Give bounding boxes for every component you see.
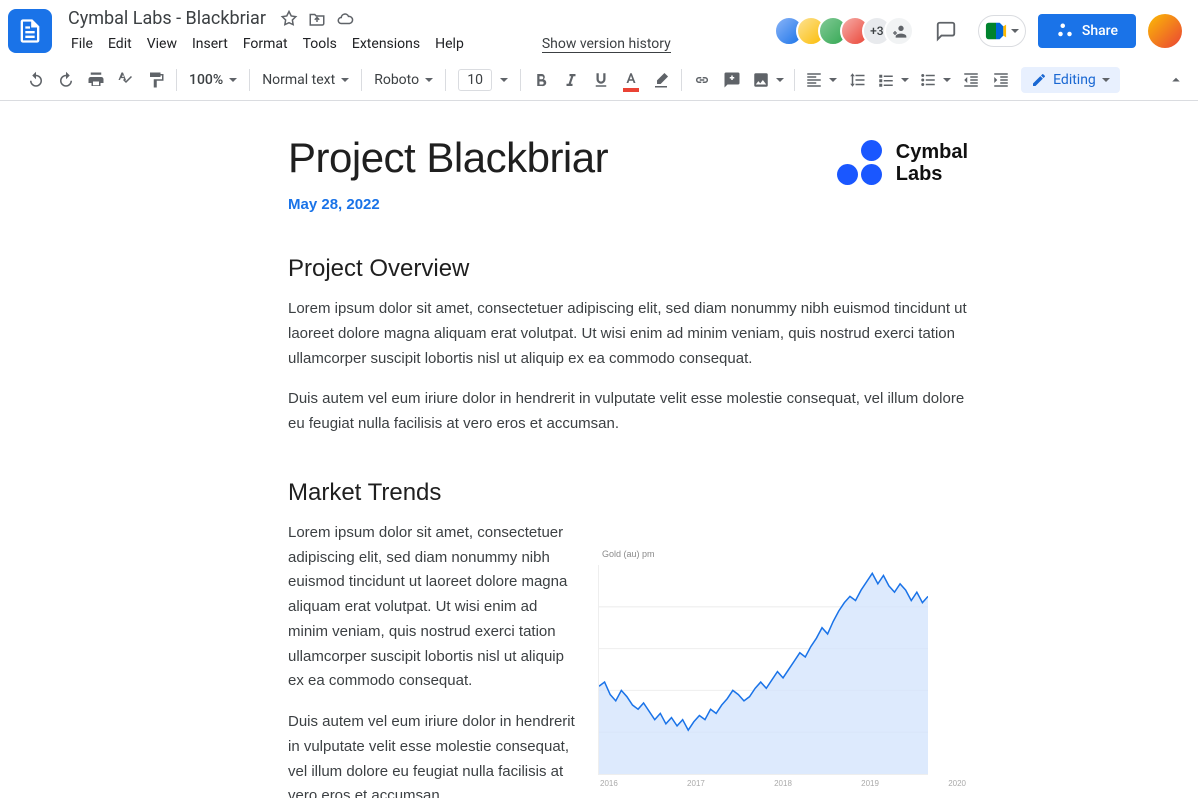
chevron-down-icon — [341, 78, 349, 82]
zoom-value: 100% — [189, 72, 223, 88]
share-button[interactable]: Share — [1038, 14, 1136, 48]
chart-title: Gold (au) pm — [602, 549, 968, 559]
chevron-down-icon — [901, 78, 909, 82]
menu-edit[interactable]: Edit — [101, 32, 139, 56]
comment-history-icon[interactable] — [926, 11, 966, 51]
paragraph-style-select[interactable]: Normal text — [256, 66, 355, 94]
editing-mode-chip[interactable]: Editing — [1021, 67, 1120, 93]
menu-insert[interactable]: Insert — [185, 32, 235, 56]
italic-icon[interactable] — [557, 66, 585, 94]
doc-heading-1[interactable]: Project Blackbriar — [288, 134, 608, 182]
paragraph[interactable]: Lorem ipsum dolor sit amet, consectetuer… — [288, 297, 968, 371]
paint-format-icon[interactable] — [142, 66, 170, 94]
paragraph[interactable]: Lorem ipsum dolor sit amet, consectetuer… — [288, 521, 578, 694]
chevron-down-icon — [1011, 29, 1019, 33]
font-family-select[interactable]: Roboto — [368, 66, 439, 94]
menu-help[interactable]: Help — [428, 32, 471, 56]
chevron-down-icon — [776, 78, 784, 82]
account-avatar[interactable] — [1148, 14, 1182, 48]
indent-increase-icon[interactable] — [987, 66, 1015, 94]
brand-logo-mark — [837, 140, 882, 185]
chevron-down-icon — [943, 78, 951, 82]
editing-mode-label: Editing — [1053, 72, 1096, 88]
brand-line: Cymbal — [896, 141, 968, 163]
doc-date[interactable]: May 28, 2022 — [288, 196, 608, 213]
insert-image-icon[interactable] — [748, 66, 788, 94]
paragraph-style-value: Normal text — [262, 72, 335, 88]
chevron-down-icon — [829, 78, 837, 82]
x-tick: 2018 — [774, 779, 792, 788]
collaborator-avatars[interactable]: +3 — [782, 16, 914, 46]
chevron-down-icon — [229, 78, 237, 82]
chart-x-axis: 2016 2017 2018 2019 2020 — [598, 779, 968, 788]
add-collaborator-icon[interactable] — [884, 16, 914, 46]
menu-extensions[interactable]: Extensions — [345, 32, 427, 56]
font-size-value[interactable]: 10 — [458, 69, 492, 91]
menu-bar: File Edit View Insert Format Tools Exten… — [64, 32, 774, 56]
align-select[interactable] — [801, 66, 841, 94]
zoom-select[interactable]: 100% — [183, 66, 243, 94]
chevron-down-icon — [500, 78, 508, 82]
menu-format[interactable]: Format — [236, 32, 295, 56]
menu-tools[interactable]: Tools — [296, 32, 344, 56]
bulleted-list-icon[interactable] — [915, 66, 955, 94]
embedded-chart[interactable]: Gold (au) pm 2016 2 — [598, 549, 968, 788]
brand-logo-text: Cymbal Labs — [896, 141, 968, 185]
undo-icon[interactable] — [22, 66, 50, 94]
redo-icon[interactable] — [52, 66, 80, 94]
x-tick: 2019 — [861, 779, 879, 788]
document-canvas[interactable]: Project Blackbriar May 28, 2022 Cymbal L… — [0, 112, 1198, 798]
toolbar: 100% Normal text Roboto 10 — [0, 60, 1198, 101]
show-version-history-link[interactable]: Show version history — [542, 36, 671, 53]
line-spacing-icon[interactable] — [843, 66, 871, 94]
document-title[interactable]: Cymbal Labs - Blackbriar — [64, 6, 270, 31]
add-comment-icon[interactable] — [718, 66, 746, 94]
insert-link-icon[interactable] — [688, 66, 716, 94]
font-size-select[interactable]: 10 — [452, 66, 514, 94]
highlight-color-icon[interactable] — [647, 66, 675, 94]
meet-button[interactable] — [978, 15, 1026, 47]
brand-logo: Cymbal Labs — [837, 140, 968, 185]
chevron-down-icon — [1102, 78, 1110, 82]
bold-icon[interactable] — [527, 66, 555, 94]
x-tick: 2017 — [687, 779, 705, 788]
indent-decrease-icon[interactable] — [957, 66, 985, 94]
menu-file[interactable]: File — [64, 32, 100, 56]
docs-app-icon[interactable] — [8, 9, 52, 53]
cloud-saved-icon[interactable] — [336, 10, 354, 28]
text-color-icon[interactable] — [617, 66, 645, 94]
x-tick: 2016 — [600, 779, 618, 788]
font-family-value: Roboto — [374, 72, 419, 88]
paragraph[interactable]: Duis autem vel eum iriure dolor in hendr… — [288, 387, 968, 437]
chevron-down-icon — [425, 78, 433, 82]
hide-menus-icon[interactable] — [1162, 66, 1190, 94]
brand-line: Labs — [896, 163, 968, 185]
share-label: Share — [1082, 23, 1118, 39]
x-tick: 2020 — [948, 779, 966, 788]
section-heading[interactable]: Market Trends — [288, 479, 968, 507]
move-icon[interactable] — [308, 10, 326, 28]
paragraph[interactable]: Duis autem vel eum iriure dolor in hendr… — [288, 710, 578, 798]
section-heading[interactable]: Project Overview — [288, 255, 968, 283]
underline-icon[interactable] — [587, 66, 615, 94]
menu-view[interactable]: View — [140, 32, 184, 56]
spellcheck-icon[interactable] — [112, 66, 140, 94]
print-icon[interactable] — [82, 66, 110, 94]
star-icon[interactable] — [280, 10, 298, 28]
checklist-icon[interactable] — [873, 66, 913, 94]
